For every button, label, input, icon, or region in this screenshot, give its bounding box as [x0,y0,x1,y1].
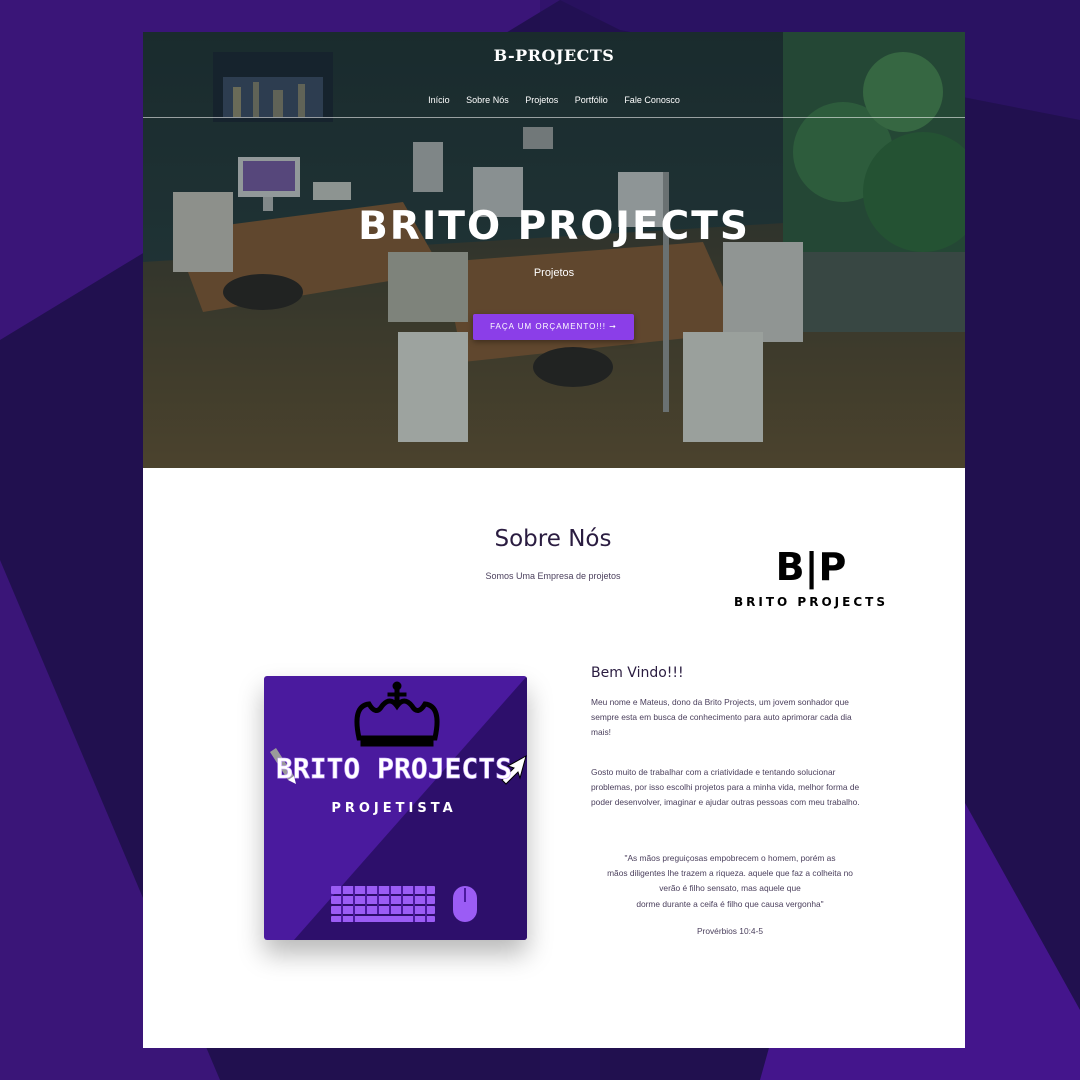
quote-reference: Provérbios 10:4-5 [696,926,764,936]
nav-item-sobre-nos[interactable]: Sobre Nós [466,95,509,105]
logo-wordmark: BRITO PROJECTS [734,595,888,609]
card-title: BRITO PROJECTS [276,752,512,785]
quote-line: mãos diligentes lhe trazem a riqueza. aq… [607,868,853,879]
quote-line: "As mãos preguiçosas empobrecem o homem,… [624,853,836,863]
quote-line: dorme durante a ceifa é filho que causa … [636,898,824,909]
site-logo[interactable]: B-PROJECTS [143,46,965,65]
bible-quote: "As mãos preguiçosas empobrecem o homem,… [587,851,873,912]
quote-line: verão é filho sensato, mas aquele que [659,883,801,894]
nav-item-projetos[interactable]: Projetos [525,95,558,105]
brito-projects-logo: B|P BRITO PROJECTS [734,545,888,609]
brand-card-image: BRITO PROJECTS PROJETISTA [264,676,527,940]
nav-item-fale-conosco[interactable]: Fale Conosco [624,95,680,105]
nav-divider [143,117,965,118]
welcome-paragraph-2: Gosto muito de trabalhar com a criativid… [591,767,860,808]
hero-subtitle: Projetos [533,267,575,279]
main-nav: Início Sobre Nós Projetos Portfólio Fale… [143,95,965,105]
keyboard-icon [331,886,435,922]
card-subtitle: PROJETISTA [331,801,456,816]
about-title: Sobre Nós [494,526,612,552]
nav-item-inicio[interactable]: Início [428,95,450,105]
mouse-icon [453,886,477,922]
welcome-paragraph-1: Meu nome e Mateus, dono da Brito Project… [591,697,852,738]
about-subtitle: Somos Uma Empresa de projetos [485,571,621,581]
hero-title: BRITO PROJECTS [358,204,750,249]
logo-letters: B|P [776,545,847,590]
quote-request-button[interactable]: FAÇA UM ORÇAMENTO!!! ➞ [473,314,634,340]
nav-item-portfolio[interactable]: Portfólio [575,95,608,105]
hero-section: B-PROJECTS Início Sobre Nós Projetos Por… [143,32,965,468]
welcome-title: Bem Vindo!!! [591,665,684,681]
website-frame: B-PROJECTS Início Sobre Nós Projetos Por… [143,32,965,1048]
